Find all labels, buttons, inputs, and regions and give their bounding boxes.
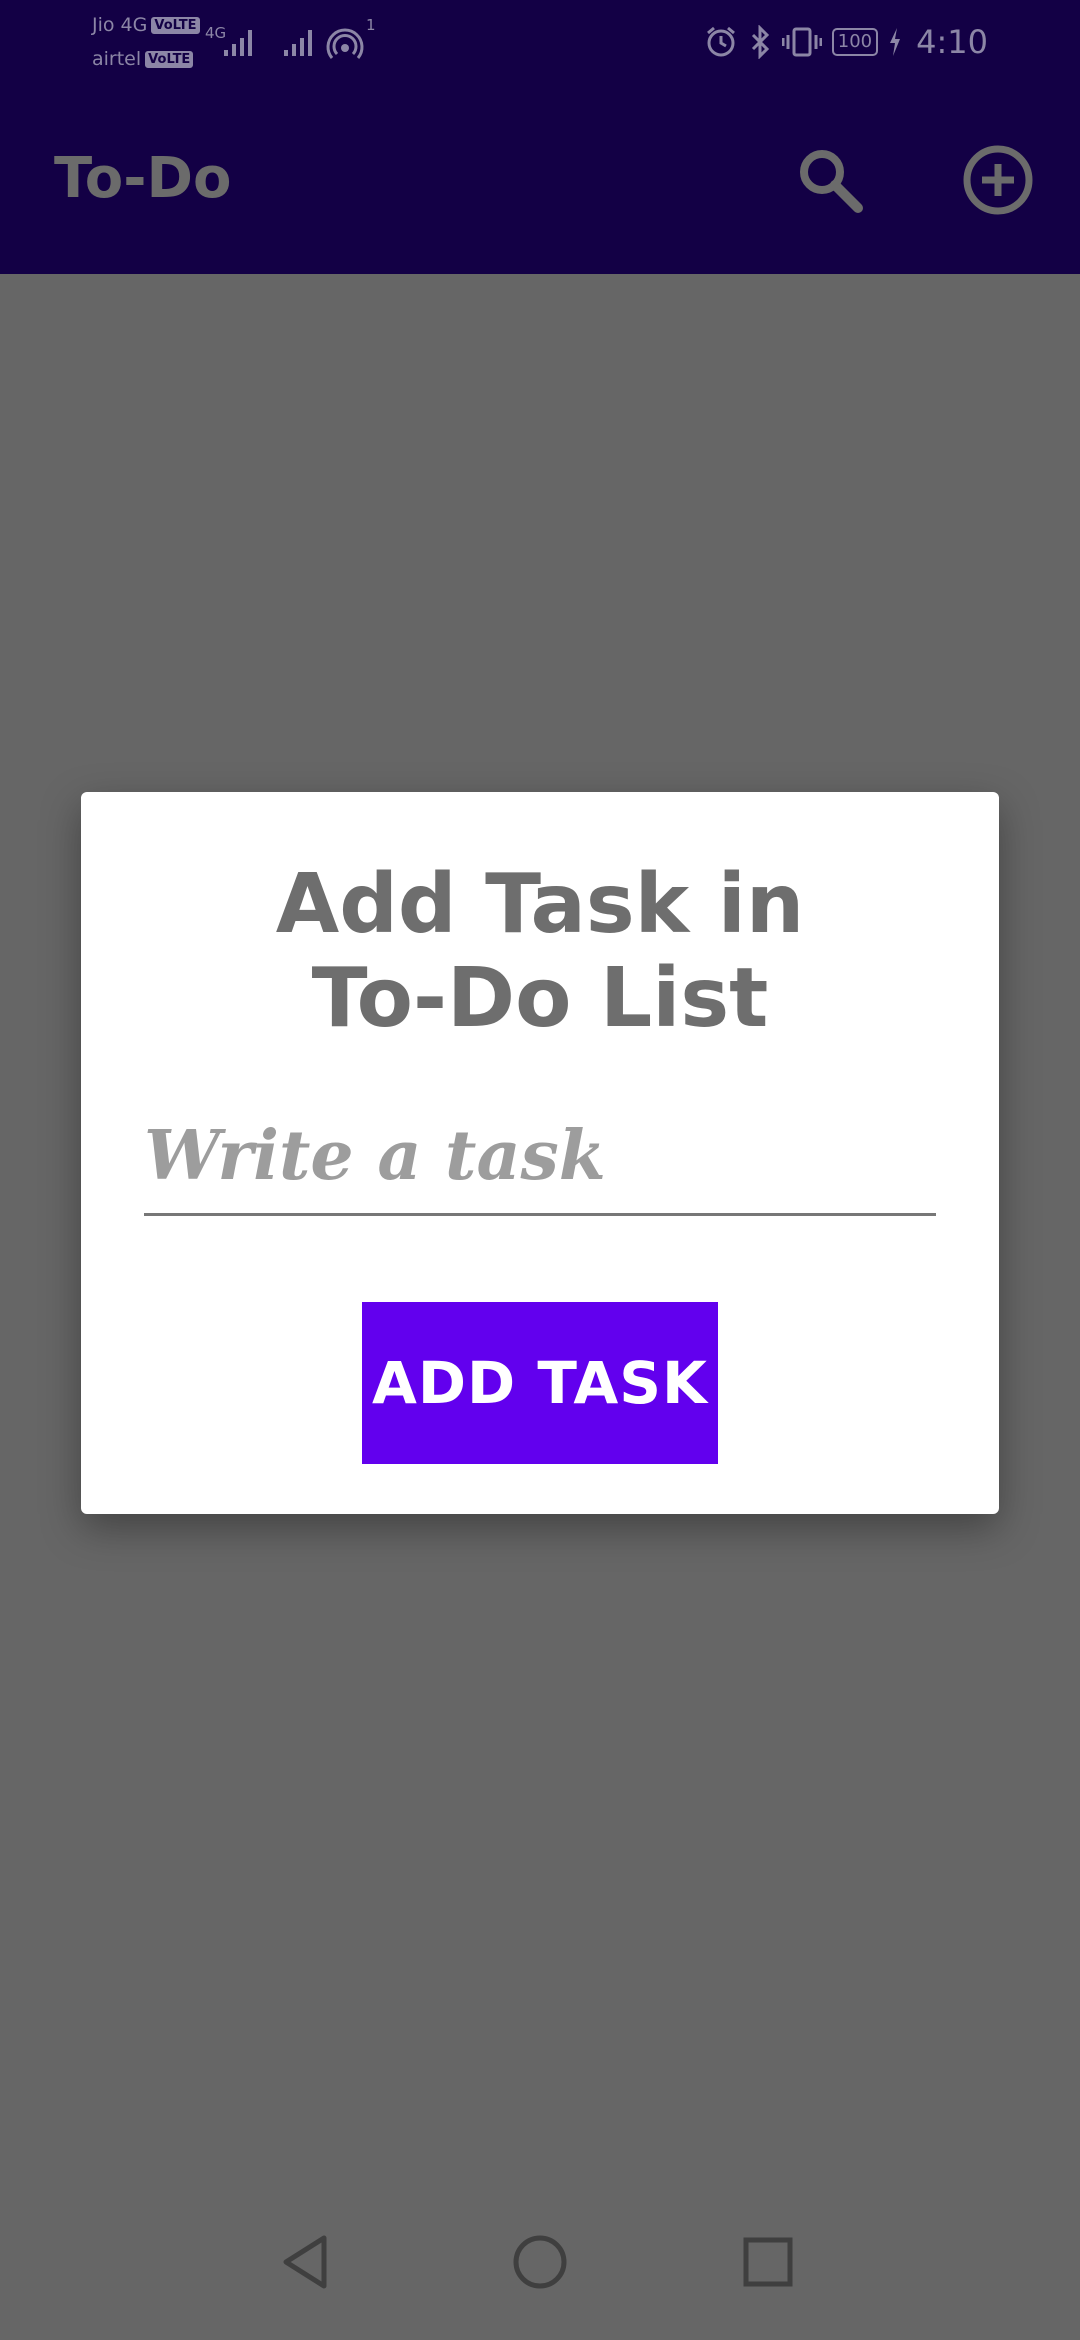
status-bar: Jio 4G VoLTE airtel VoLTE 4G 1 100 4:10 — [0, 0, 1080, 86]
carrier-1: Jio 4G VoLTE — [92, 14, 200, 36]
charging-icon — [890, 28, 901, 56]
app-title: To-Do — [54, 146, 232, 211]
carrier-2-label: airtel — [92, 48, 142, 70]
vibrate-icon — [781, 27, 822, 57]
carrier-2: airtel VoLTE — [92, 48, 194, 70]
dialog-title: Add Task in To-Do List — [81, 858, 999, 1046]
dialog-title-line-2: To-Do List — [311, 951, 769, 1046]
dialog-title-line-1: Add Task in — [275, 857, 805, 952]
add-task-button[interactable]: ADD TASK — [362, 1302, 718, 1464]
add-task-dialog: Add Task in To-Do List ADD TASK — [81, 792, 999, 1514]
bluetooth-icon — [751, 25, 769, 59]
hotspot-icon — [326, 28, 364, 59]
volte-badge: VoLTE — [151, 17, 200, 34]
status-time: 4:10 — [916, 23, 988, 61]
navigation-bar — [0, 2190, 1080, 2340]
app-bar: To-Do — [0, 86, 1080, 274]
battery-indicator: 100 — [831, 28, 879, 56]
home-icon[interactable] — [492, 2214, 588, 2310]
signal-icon — [224, 30, 252, 56]
status-right: 100 4:10 — [704, 22, 988, 62]
search-icon[interactable] — [790, 140, 870, 220]
alarm-icon — [706, 26, 735, 57]
back-icon[interactable] — [260, 2214, 356, 2310]
recents-icon[interactable] — [720, 2214, 816, 2310]
volte-badge: VoLTE — [145, 51, 194, 68]
hotspot-count: 1 — [366, 16, 376, 34]
add-circle-icon[interactable] — [958, 140, 1038, 220]
carrier-1-label: Jio 4G — [92, 14, 148, 36]
task-input[interactable] — [144, 1104, 936, 1216]
signal-icon-2 — [284, 30, 312, 56]
